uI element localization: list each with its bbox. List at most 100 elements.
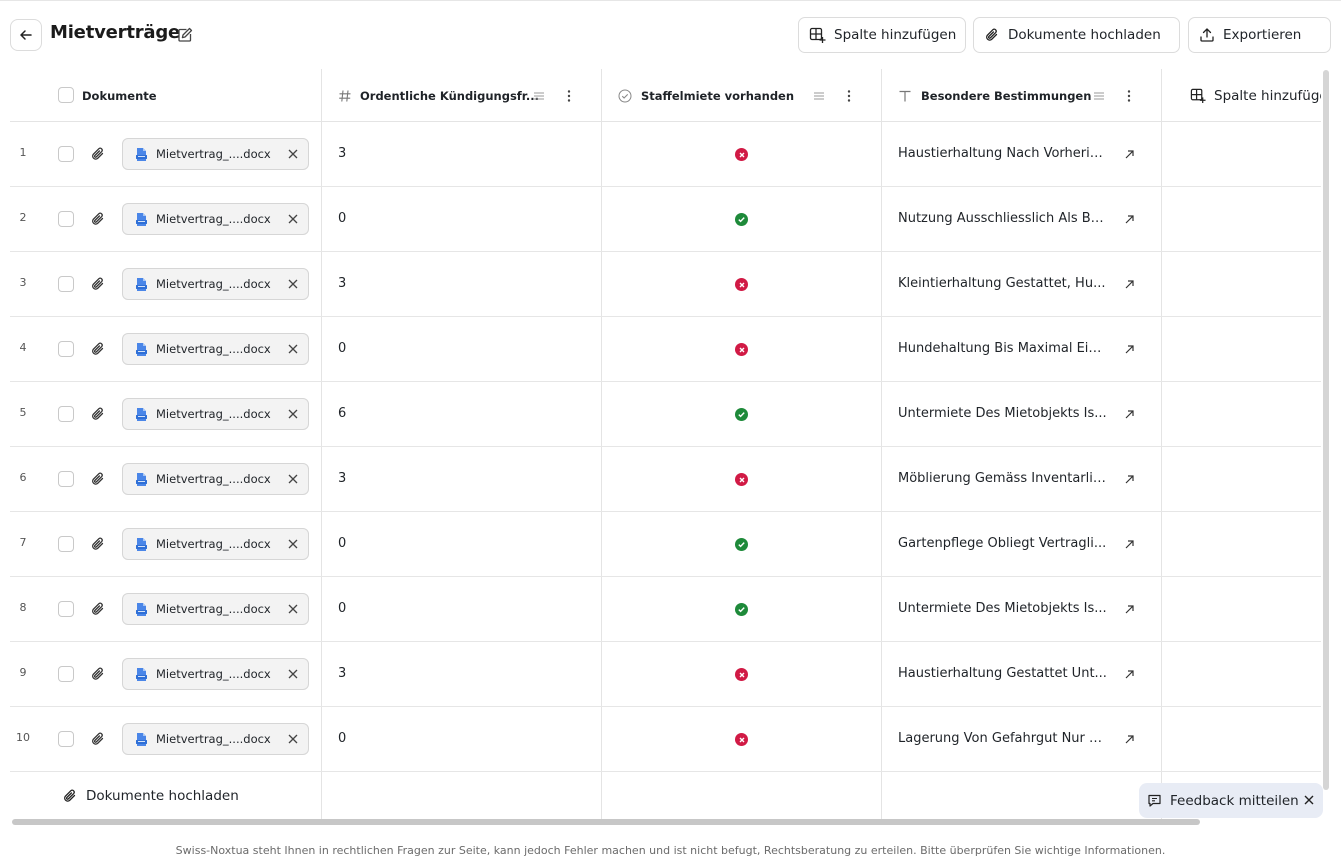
feedback-button[interactable]: Feedback mitteilen [1139,783,1323,818]
paperclip-icon[interactable] [90,211,106,227]
column-header-special-provisions[interactable]: Besondere Bestimmungen [898,69,1091,122]
menu-lines-icon[interactable] [813,90,825,102]
menu-lines-icon[interactable] [533,90,545,102]
notice-period-value[interactable]: 0 [338,211,346,226]
column-header-staggered-rent[interactable]: Staffelmiete vorhanden [618,69,794,122]
paperclip-icon[interactable] [90,341,106,357]
open-external-icon[interactable] [1123,148,1136,161]
special-provisions-value[interactable]: Möblierung Gemäss Inventarlis... [898,471,1108,486]
close-icon[interactable] [287,538,299,550]
special-provisions-value[interactable]: Haustierhaltung Gestattet Unt... [898,666,1108,681]
row-checkbox[interactable] [58,146,74,162]
table-row[interactable]: 2 Mietvertrag_....docx 0 Nutzung Ausschlies… [10,187,1321,252]
row-checkbox[interactable] [58,601,74,617]
row-checkbox[interactable] [58,406,74,422]
kebab-icon[interactable] [843,89,855,103]
notice-period-value[interactable]: 6 [338,406,346,421]
horizontal-scrollbar[interactable] [12,819,1200,825]
table-row[interactable]: 5 Mietvertrag_....docx 6 Untermiete Des Mie… [10,382,1321,447]
notice-period-value[interactable]: 0 [338,536,346,551]
close-icon[interactable] [287,213,299,225]
close-icon[interactable] [1303,794,1315,806]
table-row[interactable]: 8 Mietvertrag_....docx 0 Untermiete Des Mie… [10,577,1321,642]
row-checkbox[interactable] [58,666,74,682]
close-icon[interactable] [287,278,299,290]
paperclip-icon[interactable] [90,666,106,682]
notice-period-value[interactable]: 3 [338,666,346,681]
status-yes-icon[interactable] [735,538,748,551]
special-provisions-value[interactable]: Untermiete Des Mietobjekts Is... [898,406,1108,421]
notice-period-value[interactable]: 3 [338,276,346,291]
add-column-button[interactable]: Spalte hinzufügen [798,17,966,53]
select-all-checkbox[interactable] [58,87,74,103]
status-yes-icon[interactable] [735,408,748,421]
status-no-icon[interactable] [735,343,748,356]
open-external-icon[interactable] [1123,603,1136,616]
close-icon[interactable] [287,668,299,680]
table-row[interactable]: 4 Mietvertrag_....docx 0 Hundehaltung Bis M… [10,317,1321,382]
document-chip[interactable]: Mietvertrag_....docx [122,463,309,495]
table-row[interactable]: 6 Mietvertrag_....docx 3 Möblierung Gemäss … [10,447,1321,512]
close-icon[interactable] [287,408,299,420]
close-icon[interactable] [287,148,299,160]
close-icon[interactable] [287,603,299,615]
document-chip[interactable]: Mietvertrag_....docx [122,593,309,625]
export-button[interactable]: Exportieren [1188,17,1331,53]
paperclip-icon[interactable] [90,471,106,487]
notice-period-value[interactable]: 3 [338,146,346,161]
table-row[interactable]: 3 Mietvertrag_....docx 3 Kleintierhaltung G… [10,252,1321,317]
document-chip[interactable]: Mietvertrag_....docx [122,203,309,235]
notice-period-value[interactable]: 0 [338,341,346,356]
table-row[interactable]: 10 Mietvertrag_....docx 0 Lagerung Von Gefa… [10,707,1321,772]
status-yes-icon[interactable] [735,213,748,226]
status-yes-icon[interactable] [735,603,748,616]
open-external-icon[interactable] [1123,343,1136,356]
row-checkbox[interactable] [58,341,74,357]
open-external-icon[interactable] [1123,408,1136,421]
status-no-icon[interactable] [735,473,748,486]
special-provisions-value[interactable]: Untermiete Des Mietobjekts Is... [898,601,1108,616]
document-chip[interactable]: Mietvertrag_....docx [122,138,309,170]
table-row[interactable]: 1 Mietvertrag_....docx 3 Haustierhaltung Na… [10,122,1321,187]
open-external-icon[interactable] [1123,733,1136,746]
document-chip[interactable]: Mietvertrag_....docx [122,658,309,690]
kebab-icon[interactable] [563,89,575,103]
row-checkbox[interactable] [58,211,74,227]
open-external-icon[interactable] [1123,473,1136,486]
paperclip-icon[interactable] [90,146,106,162]
paperclip-icon[interactable] [90,536,106,552]
row-checkbox[interactable] [58,276,74,292]
row-checkbox[interactable] [58,536,74,552]
special-provisions-value[interactable]: Hundehaltung Bis Maximal Ein ... [898,341,1108,356]
open-external-icon[interactable] [1123,538,1136,551]
paperclip-icon[interactable] [90,731,106,747]
open-external-icon[interactable] [1123,278,1136,291]
close-icon[interactable] [287,733,299,745]
edit-icon[interactable] [176,26,194,44]
back-button[interactable] [10,19,42,51]
document-chip[interactable]: Mietvertrag_....docx [122,333,309,365]
column-header-notice-period[interactable]: Ordentliche Kündigungsfr... [338,69,539,122]
vertical-scrollbar[interactable] [1323,70,1329,790]
special-provisions-value[interactable]: Kleintierhaltung Gestattet, Hu... [898,276,1108,291]
document-chip[interactable]: Mietvertrag_....docx [122,723,309,755]
paperclip-icon[interactable] [90,276,106,292]
special-provisions-value[interactable]: Haustierhaltung Nach Vorherig... [898,146,1108,161]
notice-period-value[interactable]: 0 [338,601,346,616]
special-provisions-value[interactable]: Gartenpflege Obliegt Vertragli... [898,536,1108,551]
kebab-icon[interactable] [1123,89,1135,103]
add-column-header-button[interactable]: Spalte hinzufüge [1190,69,1321,122]
status-no-icon[interactable] [735,668,748,681]
status-no-icon[interactable] [735,278,748,291]
document-chip[interactable]: Mietvertrag_....docx [122,398,309,430]
upload-documents-link[interactable]: Dokumente hochladen [62,788,239,804]
table-row[interactable]: 7 Mietvertrag_....docx 0 Gartenpflege Oblie… [10,512,1321,577]
paperclip-icon[interactable] [90,406,106,422]
special-provisions-value[interactable]: Nutzung Ausschliesslich Als Bü... [898,211,1108,226]
open-external-icon[interactable] [1123,668,1136,681]
open-external-icon[interactable] [1123,213,1136,226]
status-no-icon[interactable] [735,733,748,746]
special-provisions-value[interactable]: Lagerung Von Gefahrgut Nur M... [898,731,1108,746]
row-checkbox[interactable] [58,731,74,747]
notice-period-value[interactable]: 0 [338,731,346,746]
